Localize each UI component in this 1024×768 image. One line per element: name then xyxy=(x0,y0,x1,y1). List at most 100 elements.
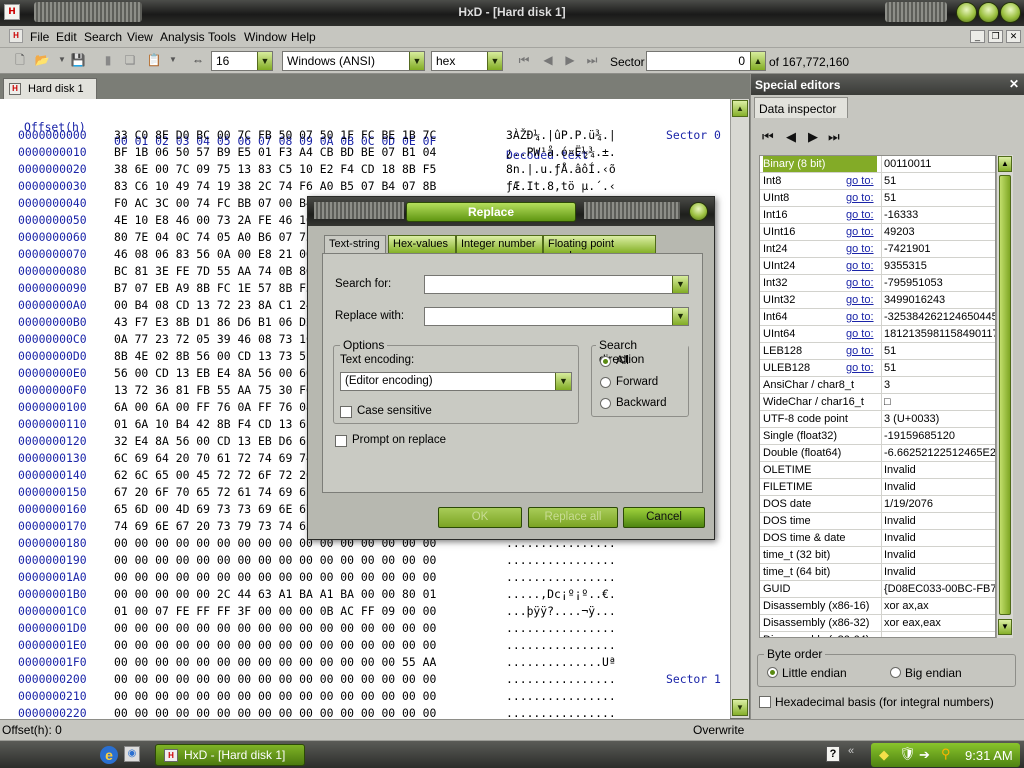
doc-close-icon[interactable]: ✕ xyxy=(1006,30,1021,43)
network-icon[interactable]: ◆ xyxy=(879,747,889,763)
clock[interactable]: 9:31 AM xyxy=(965,748,1013,763)
goto-link[interactable]: go to: xyxy=(846,309,874,325)
first-icon[interactable]: ⏮ xyxy=(762,129,774,145)
goto-link[interactable]: go to: xyxy=(846,190,874,206)
next-sector-icon[interactable]: ▶ xyxy=(562,52,578,68)
menu-analysis[interactable]: Analysis xyxy=(160,30,205,44)
inspector-row[interactable]: FILETIME Invalid xyxy=(760,479,995,496)
chevron-down-icon[interactable]: ▼ xyxy=(487,52,502,70)
hex-scrollbar[interactable]: ▲ ▼ xyxy=(730,99,749,718)
inspector-row[interactable]: Double (float64) -6.66252122512465E28 xyxy=(760,445,995,462)
hex-row[interactable]: 00000001A0 00 00 00 00 00 00 00 00 00 00 … xyxy=(0,569,730,586)
menu-file[interactable]: File xyxy=(30,30,49,44)
doc-minimize-icon[interactable]: _ xyxy=(970,30,985,43)
inspector-value[interactable]: 51 xyxy=(881,173,995,189)
next-icon[interactable]: ▶ xyxy=(808,129,818,145)
inspector-value[interactable]: xor ax,ax xyxy=(881,598,995,614)
inspector-row[interactable]: WideChar / char16_t □ xyxy=(760,394,995,411)
search-for-input[interactable]: ▼ xyxy=(424,275,689,294)
inspector-value[interactable]: Invalid xyxy=(881,513,995,529)
hex-basis-checkbox[interactable] xyxy=(759,696,771,708)
inspector-row[interactable]: Int32 go to: -795951053 xyxy=(760,275,995,292)
inspector-value[interactable]: Invalid xyxy=(881,530,995,546)
security-shield-icon[interactable]: 🛡 xyxy=(899,746,916,762)
hex-row[interactable]: 0000000190 00 00 00 00 00 00 00 00 00 00 … xyxy=(0,552,730,569)
hex-row[interactable]: 0000000030 83 C6 10 49 74 19 38 2C 74 F6 … xyxy=(0,178,730,195)
hex-row[interactable]: 00000001C0 01 00 07 FE FF FF 3F 00 00 00 … xyxy=(0,603,730,620)
goto-link[interactable]: go to: xyxy=(846,258,874,274)
menu-view[interactable]: View xyxy=(127,30,153,44)
goto-link[interactable]: go to: xyxy=(846,275,874,291)
chevron-down-icon[interactable]: ▼ xyxy=(555,373,571,390)
menu-window[interactable]: Window xyxy=(244,30,287,44)
tab-floating-point-number[interactable]: Floating point number xyxy=(543,235,656,262)
inspector-row[interactable]: Disassembly (x86-16) xor ax,ax xyxy=(760,598,995,615)
new-file-icon[interactable]: 🗋 xyxy=(12,52,28,68)
expand-tray-icon[interactable]: « xyxy=(848,745,854,757)
inspector-row[interactable]: DOS date 1/19/2076 xyxy=(760,496,995,513)
cut-icon[interactable]: ▮ xyxy=(100,52,116,68)
tab-data-inspector[interactable]: Data inspector xyxy=(754,97,848,118)
replace-all-button[interactable]: Replace all xyxy=(528,507,618,528)
hex-row[interactable]: 0000000200 00 00 00 00 00 00 00 00 00 00 … xyxy=(0,671,730,688)
inspector-value[interactable]: -19159685120 xyxy=(881,428,995,444)
hex-row[interactable]: 0000000010 BF 1B 06 50 57 B9 E5 01 F3 A4 … xyxy=(0,144,730,161)
inspector-value[interactable]: 51 xyxy=(881,343,995,359)
hex-row[interactable]: 00000001B0 00 00 00 00 00 2C 44 63 A1 BA … xyxy=(0,586,730,603)
prev-icon[interactable]: ◀ xyxy=(786,129,796,145)
maximize-button[interactable] xyxy=(978,2,999,23)
inspector-value[interactable]: 51 xyxy=(881,360,995,376)
goto-link[interactable]: go to: xyxy=(846,360,874,376)
copy-icon[interactable]: ❏ xyxy=(122,52,138,68)
search-tray-icon[interactable]: ⚲ xyxy=(941,746,951,762)
inspector-row[interactable]: DOS time & date Invalid xyxy=(760,530,995,547)
hex-row[interactable]: 00000001D0 00 00 00 00 00 00 00 00 00 00 … xyxy=(0,620,730,637)
cancel-button[interactable]: Cancel xyxy=(623,507,705,528)
sector-spin-icon[interactable]: ▲ xyxy=(750,52,765,70)
prompt-on-replace-checkbox[interactable] xyxy=(335,435,347,447)
menu-tools[interactable]: Tools xyxy=(208,30,236,44)
dialog-titlebar[interactable]: Replace xyxy=(308,197,714,226)
direction-all-radio[interactable] xyxy=(600,356,611,367)
inspector-value[interactable]: -7421901 xyxy=(881,241,995,257)
hex-row[interactable]: 00000001E0 00 00 00 00 00 00 00 00 00 00 … xyxy=(0,637,730,654)
inspector-value[interactable]: 9355315 xyxy=(881,258,995,274)
inspector-row[interactable]: OLETIME Invalid xyxy=(760,462,995,479)
inspector-scrollbar[interactable]: ▲ ▼ xyxy=(996,155,1013,638)
inspector-row[interactable]: UInt32 go to: 3499016243 xyxy=(760,292,995,309)
inspector-value[interactable]: □ xyxy=(881,394,995,410)
inspector-row[interactable]: DOS time Invalid xyxy=(760,513,995,530)
menu-edit[interactable]: Edit xyxy=(56,30,77,44)
goto-link[interactable]: go to: xyxy=(846,241,874,257)
menu-help[interactable]: Help xyxy=(291,30,316,44)
case-sensitive-checkbox[interactable] xyxy=(340,406,352,418)
scroll-thumb[interactable] xyxy=(999,175,1011,615)
minimize-button[interactable] xyxy=(956,2,977,23)
last-sector-icon[interactable]: ⏭ xyxy=(584,52,600,68)
inspector-row[interactable]: Int24 go to: -7421901 xyxy=(760,241,995,258)
inspector-value[interactable]: Invalid xyxy=(881,564,995,580)
help-tray-icon[interactable]: ? xyxy=(826,746,840,762)
inspector-row[interactable]: GUID {D08EC033-00BC-FB7C xyxy=(760,581,995,598)
inspector-value[interactable]: xor eax,eax xyxy=(881,632,995,637)
open-dropdown-icon[interactable]: ▼ xyxy=(54,52,70,68)
document-icon[interactable]: H xyxy=(9,29,23,43)
scroll-down-icon[interactable]: ▼ xyxy=(732,699,748,716)
chevron-down-icon[interactable]: ▼ xyxy=(257,52,272,70)
inspector-row[interactable]: time_t (32 bit) Invalid xyxy=(760,547,995,564)
goto-link[interactable]: go to: xyxy=(846,326,874,342)
sector-input[interactable]: 0 ▲ xyxy=(646,51,766,71)
inspector-row[interactable]: Disassembly (x86-32) xor eax,eax xyxy=(760,615,995,632)
chevron-down-icon[interactable]: ▼ xyxy=(672,308,688,325)
first-sector-icon[interactable]: ⏮ xyxy=(516,52,532,68)
inspector-row[interactable]: Binary (8 bit) 00110011 xyxy=(760,156,995,173)
tab-hard-disk-1[interactable]: H Hard disk 1 xyxy=(3,78,97,99)
ok-button[interactable]: OK xyxy=(438,507,522,528)
inspector-row[interactable]: time_t (64 bit) Invalid xyxy=(760,564,995,581)
hex-row[interactable]: 00000001F0 00 00 00 00 00 00 00 00 00 00 … xyxy=(0,654,730,671)
inspector-value[interactable]: {D08EC033-00BC-FB7C xyxy=(881,581,995,597)
direction-forward-radio[interactable] xyxy=(600,377,611,388)
hex-row[interactable]: 0000000000 33 C0 8E D0 BC 00 7C FB 50 07 … xyxy=(0,127,730,144)
taskbar-hxd-button[interactable]: H HxD - [Hard disk 1] xyxy=(155,744,305,766)
open-file-icon[interactable]: 📂 xyxy=(34,52,50,68)
